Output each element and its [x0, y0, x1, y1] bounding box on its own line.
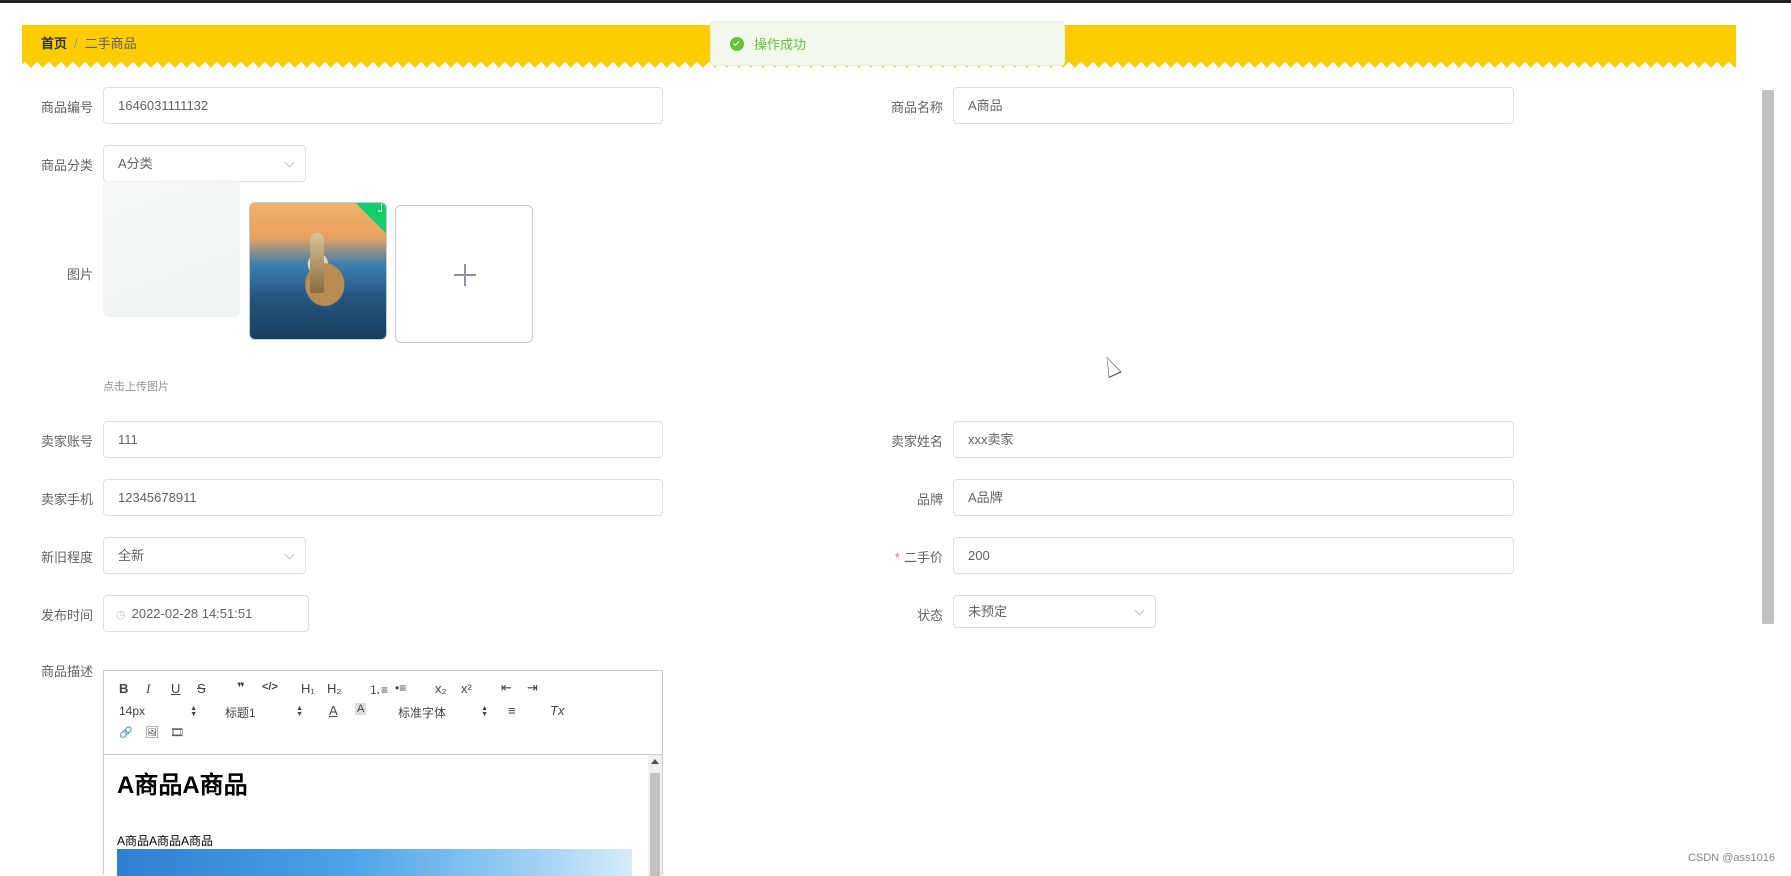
chevron-down-icon: [284, 549, 295, 560]
seller-account-input[interactable]: 111: [103, 421, 663, 458]
bold-button[interactable]: B: [119, 681, 128, 696]
content-paragraph: A商品A商品A商品: [117, 834, 214, 848]
price-label-text: 二手价: [903, 550, 943, 565]
breadcrumb-home[interactable]: 首页: [41, 36, 67, 51]
toast-message: 操作成功: [754, 37, 807, 52]
clock-icon: ◷: [116, 609, 126, 621]
background-color-button[interactable]: A: [355, 703, 367, 715]
code-block-button[interactable]: </>: [262, 681, 278, 693]
upload-success-check-icon: [354, 203, 386, 235]
breadcrumb-separator: /: [74, 36, 78, 51]
seller-account-label: 卖家账号: [40, 434, 93, 449]
product-name-input[interactable]: A商品: [953, 87, 1514, 124]
success-check-icon: [730, 36, 744, 51]
edit-product-page: 首页 / 二手商品 操作成功 商品编号 1646031111132 商品名称 A商品…: [0, 3, 1791, 876]
seller-name-input[interactable]: xxx卖家: [953, 421, 1514, 458]
font-family-value: 标准字体: [398, 706, 447, 720]
publish-time-value: 2022-02-28 14:51:51: [131, 606, 253, 621]
success-toast: 操作成功: [710, 21, 1065, 66]
header1-button[interactable]: H₁: [301, 681, 315, 696]
editor-scroll-thumb[interactable]: [650, 773, 660, 876]
scroll-up-arrow-icon[interactable]: [651, 759, 659, 764]
page-scrollbar-thumb[interactable]: [1762, 90, 1774, 624]
video-button[interactable]: 🎞: [170, 726, 184, 739]
seller-phone-input[interactable]: 12345678911: [103, 479, 663, 516]
align-button[interactable]: ≡: [508, 703, 516, 718]
category-value: A分类: [118, 156, 153, 171]
ordered-list-button[interactable]: ⒈≡: [369, 681, 388, 698]
condition-label: 新旧程度: [40, 550, 93, 565]
brand-label: 品牌: [916, 492, 943, 507]
seller-name-label: 卖家姓名: [890, 434, 943, 449]
font-size-picker[interactable]: 14px ▲ ▼: [119, 704, 197, 720]
font-family-picker[interactable]: 标准字体 ▲ ▼: [398, 704, 488, 720]
category-select[interactable]: A分类: [103, 145, 306, 182]
condition-select[interactable]: 全新: [103, 537, 306, 574]
product-name-label: 商品名称: [890, 100, 943, 115]
clean-format-button[interactable]: Tx: [550, 703, 564, 718]
price-label: * 二手价: [868, 547, 943, 566]
description-label: 商品描述: [40, 664, 93, 679]
faded-image-preview: [103, 180, 240, 317]
price-input[interactable]: 200: [953, 537, 1514, 574]
category-label: 商品分类: [40, 158, 93, 173]
product-no-label: 商品编号: [40, 100, 93, 115]
status-label: 状态: [916, 608, 943, 623]
blockquote-button[interactable]: ❞: [237, 680, 245, 696]
brand-input[interactable]: A品牌: [953, 479, 1514, 516]
rich-text-editor: B I U S ❞ </> H₁ H₂ ⒈≡ •≡ x₂ x² ⇤ ⇥ 14px…: [103, 670, 663, 876]
font-size-value: 14px: [119, 704, 146, 718]
superscript-button[interactable]: x²: [461, 681, 472, 696]
header-picker[interactable]: 标题1 ▲ ▼: [225, 704, 303, 720]
strike-button[interactable]: S: [197, 681, 206, 696]
text-color-button[interactable]: A: [329, 703, 338, 718]
watermark: CSDN @ass1016: [1688, 852, 1775, 864]
chevron-down-icon: [1134, 605, 1145, 616]
upload-hint[interactable]: 点击上传图片: [103, 378, 169, 394]
underline-button[interactable]: U: [171, 681, 180, 696]
content-heading: A商品A商品: [117, 772, 248, 799]
header2-button[interactable]: H₂: [327, 681, 341, 696]
updown-icon: ▲ ▼: [296, 705, 303, 718]
editor-toolbar: B I U S ❞ </> H₁ H₂ ⒈≡ •≡ x₂ x² ⇤ ⇥ 14px…: [104, 671, 662, 755]
breadcrumb: 首页 / 二手商品: [41, 25, 137, 62]
publish-time-picker[interactable]: ◷ 2022-02-28 14:51:51: [103, 595, 309, 632]
outdent-button[interactable]: ⇤: [501, 680, 512, 696]
required-mark: *: [894, 550, 900, 565]
castle-image: [310, 233, 324, 293]
status-select[interactable]: 未预定: [953, 595, 1156, 628]
subscript-button[interactable]: x₂: [435, 681, 447, 696]
header-value: 标题1: [225, 706, 256, 720]
editor-content[interactable]: A商品A商品 A商品A商品A商品: [104, 755, 662, 876]
condition-value: 全新: [118, 548, 145, 563]
updown-icon: ▲ ▼: [481, 705, 488, 718]
uploaded-image-thumbnail[interactable]: [249, 202, 387, 340]
breadcrumb-current: 二手商品: [84, 36, 137, 51]
image-button[interactable]: 🖼: [145, 726, 159, 739]
bullet-list-button[interactable]: •≡: [395, 681, 406, 695]
upload-image-button[interactable]: [395, 205, 533, 343]
status-value: 未预定: [968, 604, 1008, 619]
italic-button[interactable]: I: [146, 681, 150, 697]
indent-button[interactable]: ⇥: [527, 680, 538, 696]
publish-time-label: 发布时间: [40, 608, 93, 623]
updown-icon: ▲ ▼: [190, 705, 197, 718]
chevron-down-icon: [284, 157, 295, 168]
link-button[interactable]: 🔗: [119, 726, 133, 739]
product-no-input[interactable]: 1646031111132: [103, 87, 663, 124]
editor-scrollbar[interactable]: [648, 755, 662, 876]
image-label: 图片: [66, 267, 93, 282]
seller-phone-label: 卖家手机: [40, 492, 93, 507]
